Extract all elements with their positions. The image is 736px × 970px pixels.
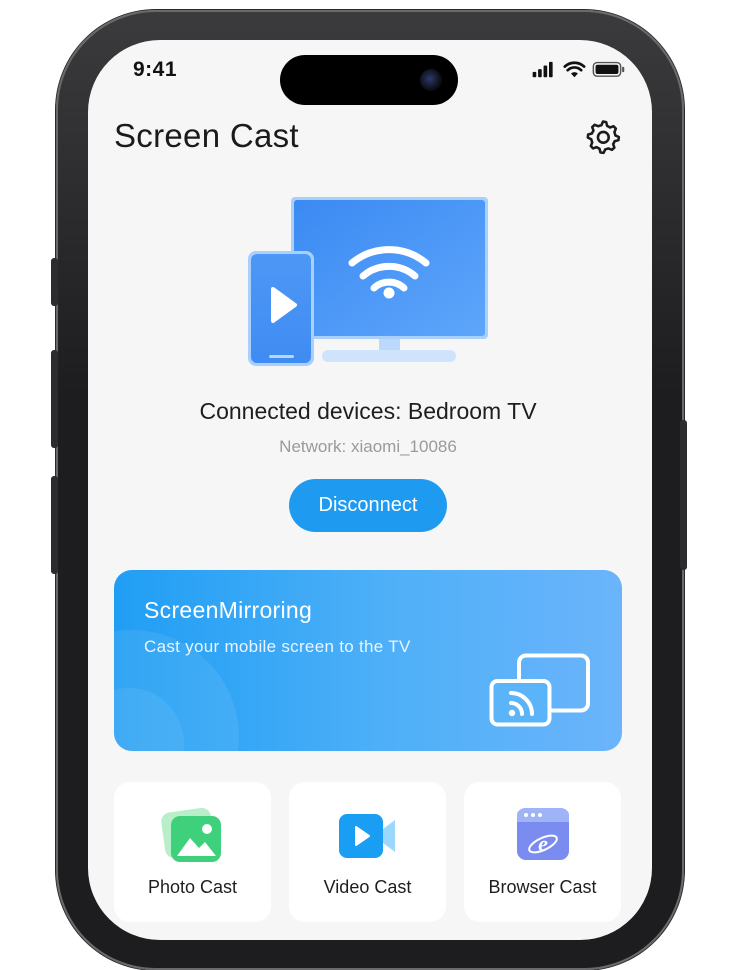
action-button xyxy=(51,258,58,306)
front-camera xyxy=(420,69,442,91)
video-camera-icon xyxy=(339,814,395,858)
power-button xyxy=(680,420,687,570)
volume-up-button xyxy=(51,350,58,448)
screen-mirroring-card[interactable]: ScreenMirroring Cast your mobile screen … xyxy=(114,570,622,751)
wifi-icon xyxy=(563,61,586,78)
tile-label: Browser Cast xyxy=(488,877,597,897)
feature-browser-cast[interactable]: e Browser Cast xyxy=(464,782,621,922)
feature-video-cast[interactable]: Video Cast xyxy=(289,782,446,922)
cast-illustration xyxy=(248,197,488,366)
signal-icon xyxy=(532,61,553,78)
volume-down-button xyxy=(51,476,58,574)
screen-cast-icon xyxy=(489,653,590,727)
network-text: Network: xiaomi_10086 xyxy=(279,437,457,456)
mirroring-subtitle: Cast your mobile screen to the TV xyxy=(144,637,411,656)
connected-device-text: Connected devices: Bedroom TV xyxy=(199,398,537,424)
mirroring-title: ScreenMirroring xyxy=(144,597,313,623)
disconnect-button[interactable]: Disconnect xyxy=(289,479,447,532)
tile-label: Photo Cast xyxy=(147,877,238,897)
tile-label: Video Cast xyxy=(323,877,412,897)
photo-icon xyxy=(161,807,221,862)
status-time: 9:41 xyxy=(133,58,178,81)
battery-icon xyxy=(592,61,625,77)
phone-icon xyxy=(248,251,314,366)
status-icons xyxy=(532,61,625,78)
browser-icon: e xyxy=(517,808,569,860)
page-title: Screen Cast xyxy=(114,117,299,154)
feature-photo-cast[interactable]: Photo Cast xyxy=(114,782,271,922)
gear-icon[interactable] xyxy=(584,118,622,156)
dynamic-island xyxy=(280,55,458,105)
wifi-dot xyxy=(383,287,395,299)
